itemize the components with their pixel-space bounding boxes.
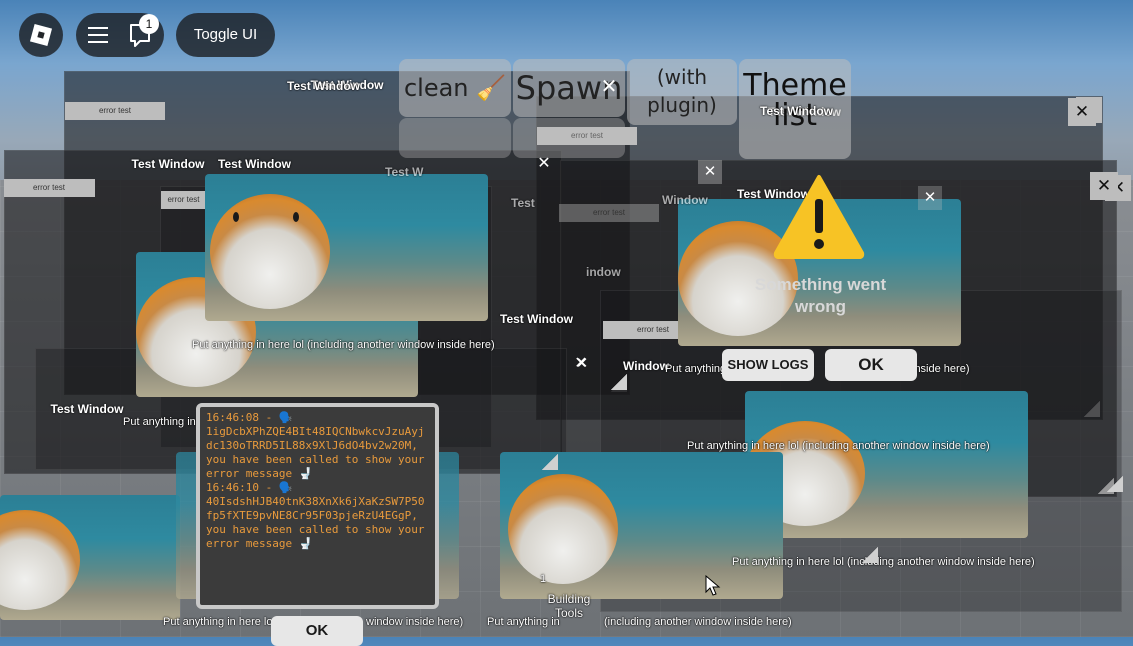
warning-icon xyxy=(773,175,865,259)
window-title: Test Window xyxy=(218,157,291,171)
log-ok-button[interactable]: OK xyxy=(271,616,363,646)
error-test-tab[interactable]: error test xyxy=(559,204,659,222)
window-title: Test Window xyxy=(287,79,360,93)
toggle-ui-label: Toggle UI xyxy=(193,26,258,43)
clean-button-row2[interactable] xyxy=(399,118,511,158)
fish-image xyxy=(0,495,180,620)
window-title: indow xyxy=(586,265,621,279)
building-tools-count: 1 xyxy=(540,573,547,585)
menu-chat-group: 1 xyxy=(76,13,164,57)
roblox-menu-button[interactable] xyxy=(19,13,63,57)
resize-handle[interactable] xyxy=(860,545,878,563)
close-icon[interactable]: ✕ xyxy=(1090,172,1118,200)
window-caption: Put anything in here lo xyxy=(163,616,273,628)
window-caption: Put anything in here lol (including anot… xyxy=(687,440,990,452)
show-logs-button[interactable]: SHOW LOGS xyxy=(722,349,814,381)
window-caption: Put anything in here lol (including anot… xyxy=(192,339,495,351)
window-title: Test Window xyxy=(760,104,833,118)
error-test-tab[interactable]: error test xyxy=(4,179,94,197)
resize-handle[interactable] xyxy=(1105,474,1123,492)
ok-button[interactable]: OK xyxy=(825,349,917,381)
window-caption: (including another window inside here) xyxy=(604,616,792,628)
error-dialog: Something went wrong SHOW LOGS OK xyxy=(678,170,963,385)
plugin-label: (with plugin) xyxy=(647,65,717,117)
window-title: Test xyxy=(511,196,535,210)
resize-handle[interactable] xyxy=(540,452,558,470)
theme-label: Theme list xyxy=(743,68,847,133)
error-message: Something went wrong xyxy=(754,275,887,316)
window-caption: Put anything in here lol (including anot… xyxy=(732,556,1035,568)
with-plugin-button[interactable]: (with plugin) xyxy=(627,59,737,125)
toolbar-close-icon[interactable]: ✕ xyxy=(596,74,622,100)
notification-badge: 1 xyxy=(139,14,159,34)
clean-label: clean 🧹 xyxy=(403,74,507,102)
fish-image xyxy=(205,174,488,321)
window-caption: window inside here) xyxy=(366,616,464,628)
error-test-tab[interactable]: error test xyxy=(65,102,165,120)
error-log-panel[interactable]: 16:46:08 - 🗣️ 1igDcbXPhZQE4BIt48IQCNbwkc… xyxy=(196,403,439,609)
window-title: Test W xyxy=(385,165,424,179)
hamburger-menu-icon[interactable] xyxy=(76,13,120,57)
error-test-tab[interactable]: error test xyxy=(161,191,206,209)
clean-button[interactable]: clean 🧹 xyxy=(399,59,511,117)
toggle-ui-button[interactable]: Toggle UI xyxy=(176,13,275,57)
roblox-logo-icon xyxy=(29,23,53,47)
fish-image xyxy=(745,391,1028,538)
spawn-button-row2[interactable] xyxy=(513,118,625,158)
close-icon[interactable]: ✕ xyxy=(1068,98,1096,126)
mouse-cursor-icon xyxy=(705,575,721,596)
close-icon[interactable]: ✕ xyxy=(570,352,594,376)
window-title: Test Window xyxy=(500,312,573,326)
building-tools-button[interactable]: Building Tools xyxy=(544,592,594,620)
resize-handle[interactable] xyxy=(609,372,627,390)
